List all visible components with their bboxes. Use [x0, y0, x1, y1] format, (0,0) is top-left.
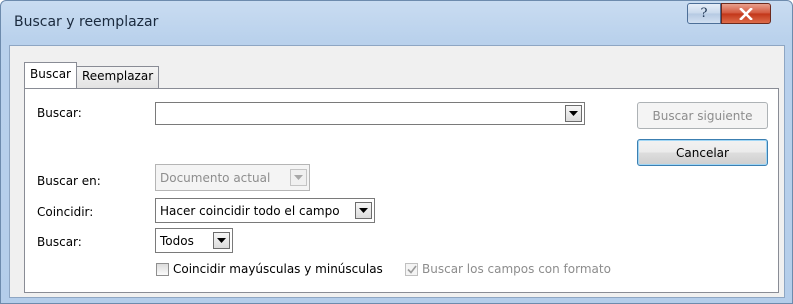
- help-button[interactable]: ?: [687, 3, 721, 24]
- search-formatted-checkbox-box[interactable]: [405, 262, 418, 276]
- search-formatted-label: Buscar los campos con formato: [422, 262, 611, 276]
- match-case-label: Coincidir mayúsculas y minúsculas: [173, 262, 383, 276]
- match-dropdown-button[interactable]: [355, 202, 372, 219]
- match-combobox[interactable]: Hacer coincidir todo el campo: [155, 198, 375, 223]
- find-dropdown-button[interactable]: [565, 105, 582, 122]
- find-next-button[interactable]: Buscar siguiente: [637, 102, 768, 129]
- search-label: Buscar:: [37, 235, 82, 249]
- dialog-body: Buscar Reemplazar Buscar: Buscar en: Doc…: [9, 45, 785, 298]
- search-formatted-checkbox[interactable]: Buscar los campos con formato: [405, 262, 611, 276]
- look-in-combobox[interactable]: Documento actual: [155, 164, 310, 191]
- search-direction-combobox[interactable]: Todos: [155, 228, 233, 253]
- look-in-label: Buscar en:: [37, 174, 101, 188]
- cancel-button[interactable]: Cancelar: [637, 139, 768, 166]
- close-button[interactable]: [721, 3, 771, 24]
- find-combobox[interactable]: [155, 102, 585, 125]
- look-in-value: Documento actual: [160, 170, 271, 185]
- close-x-icon: [739, 7, 753, 20]
- match-value: Hacer coincidir todo el campo: [160, 203, 340, 218]
- match-label: Coincidir:: [37, 205, 94, 219]
- triangle-down-icon: [294, 175, 303, 180]
- search-direction-value: Todos: [160, 233, 194, 248]
- match-case-checkbox[interactable]: Coincidir mayúsculas y minúsculas: [156, 262, 383, 276]
- tab-buscar[interactable]: Buscar: [24, 62, 77, 88]
- match-case-checkbox-box[interactable]: [156, 262, 169, 276]
- search-direction-dropdown-button[interactable]: [213, 232, 230, 249]
- tab-strip: Buscar Reemplazar: [24, 62, 160, 88]
- tab-panel-buscar: Buscar: Buscar en: Documento actual Coin…: [24, 88, 779, 293]
- question-mark-icon: ?: [700, 6, 708, 21]
- triangle-down-icon: [569, 111, 578, 116]
- dialog-title: Buscar y reemplazar: [14, 14, 159, 30]
- triangle-down-icon: [359, 208, 368, 213]
- title-bar[interactable]: Buscar y reemplazar ?: [1, 1, 792, 45]
- find-replace-dialog: Buscar y reemplazar ? Buscar Reemplazar …: [0, 0, 793, 304]
- find-label: Buscar:: [37, 106, 82, 120]
- look-in-dropdown-button[interactable]: [290, 169, 307, 186]
- triangle-down-icon: [217, 238, 226, 243]
- tab-reemplazar[interactable]: Reemplazar: [75, 66, 160, 88]
- checkmark-icon: [406, 265, 417, 274]
